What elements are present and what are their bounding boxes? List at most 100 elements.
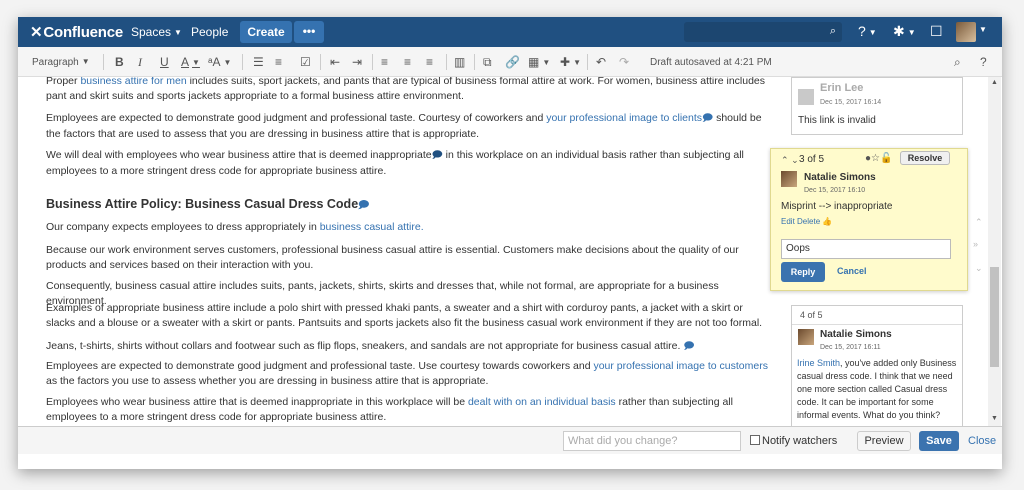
outdent-icon[interactable]: ⇤: [330, 55, 340, 69]
font-size-button[interactable]: ᵃA ▼: [208, 55, 231, 69]
bullet-list-icon[interactable]: ☰: [253, 55, 264, 69]
comment-marker-icon[interactable]: 🗩: [683, 341, 694, 352]
notify-watchers-checkbox[interactable]: Notify watchers: [750, 435, 837, 447]
help-icon[interactable]: ? ▼: [858, 23, 877, 39]
paragraph: Our company expects employees to dress a…: [46, 221, 424, 233]
scrollbar[interactable]: ▲ ▼: [988, 77, 1001, 426]
edit-link[interactable]: Edit: [781, 217, 795, 226]
comment-text: Irine Smith, you've added only Business …: [797, 358, 957, 420]
spaces-menu[interactable]: Spaces ▼: [131, 25, 182, 39]
reply-input[interactable]: Oops: [781, 239, 951, 259]
comment-author[interactable]: Erin Lee: [820, 82, 863, 94]
numbered-list-icon[interactable]: ≡: [275, 55, 282, 69]
save-button[interactable]: Save: [919, 431, 959, 451]
comment-date: Dec 15, 2017 16:11: [820, 344, 881, 351]
star-icon[interactable]: ☆: [871, 153, 880, 164]
editor-content[interactable]: Proper business attire for men includes …: [18, 77, 778, 426]
content-link[interactable]: your professional image to customers: [593, 360, 768, 372]
chevron-right-icon[interactable]: »: [973, 239, 978, 249]
task-list-icon[interactable]: ☑: [300, 55, 311, 69]
chevron-down-icon[interactable]: ⌄: [975, 263, 983, 274]
toolbar-divider: [446, 54, 447, 70]
toolbar-divider: [242, 54, 243, 70]
inline-comment: 4 of 5 Natalie Simons Dec 15, 2017 16:11…: [791, 305, 963, 435]
bold-button[interactable]: B: [115, 55, 124, 69]
paragraph: Because our work environment serves cust…: [46, 244, 739, 271]
chevron-down-icon[interactable]: ▼: [979, 25, 987, 34]
editor-footer: What did you change? Notify watchers Pre…: [18, 426, 1002, 454]
toolbar-divider: [372, 54, 373, 70]
comment-marker-icon[interactable]: 🗩: [702, 113, 713, 124]
undo-icon[interactable]: ↶: [596, 55, 606, 69]
toolbar-divider: [103, 54, 104, 70]
top-navigation-bar: ✕Confluence Spaces ▼ People Create ••• ⌕ …: [18, 17, 1002, 47]
comment-counter: 4 of 5: [800, 310, 823, 320]
change-comment-input[interactable]: What did you change?: [563, 431, 741, 451]
gear-icon[interactable]: ✱ ▼: [893, 23, 916, 40]
avatar: [798, 89, 814, 105]
align-center-icon[interactable]: ≡: [404, 55, 411, 69]
people-link[interactable]: People: [191, 25, 228, 39]
editor-toolbar: Paragraph ▼ B I U A ▼ ᵃA ▼ ☰ ≡ ☑ ⇤ ⇥ ≡ ≡ ≡ …: [18, 47, 1002, 77]
help-icon[interactable]: ?: [980, 55, 987, 69]
redo-icon[interactable]: ↷: [619, 55, 629, 69]
like-icon[interactable]: 👍: [822, 217, 832, 226]
comment-author[interactable]: Natalie Simons: [804, 172, 876, 183]
confluence-editor-window: ✕Confluence Spaces ▼ People Create ••• ⌕ …: [18, 17, 1002, 469]
active-inline-comment: ⌃ ⌄ 3 of 5 ●☆🔓 Resolve Natalie Simons De…: [770, 148, 968, 291]
autosave-status: Draft autosaved at 4:21 PM: [650, 57, 772, 68]
delete-link[interactable]: Delete: [797, 217, 820, 226]
italic-button[interactable]: I: [138, 55, 142, 70]
align-left-icon[interactable]: ≡: [381, 55, 388, 69]
scroll-up-icon[interactable]: ▲: [991, 79, 998, 86]
content-link[interactable]: dealt with on an individual basis: [468, 396, 616, 408]
paragraph: Jeans, t-shirts, shirts without collars …: [46, 340, 695, 352]
bell-icon[interactable]: ☐: [930, 23, 943, 40]
comment-navigation[interactable]: ⌃ ⌄: [781, 155, 799, 166]
search-input[interactable]: ⌕: [684, 22, 842, 42]
toolbar-divider: [587, 54, 588, 70]
toolbar-divider: [474, 54, 475, 70]
chevron-down-icon: ▼: [174, 28, 182, 37]
comment-marker-icon[interactable]: 🗩: [358, 200, 369, 211]
comment-actions-icons: ●☆🔓: [865, 153, 892, 164]
cancel-button[interactable]: Cancel: [837, 266, 867, 276]
confluence-logo[interactable]: ✕Confluence: [30, 23, 123, 41]
content-link[interactable]: business attire for men: [80, 77, 186, 87]
paragraph: We will deal with employees who wear bus…: [46, 149, 744, 177]
table-icon[interactable]: ▦ ▼: [528, 55, 550, 69]
indent-icon[interactable]: ⇥: [352, 55, 362, 69]
paragraph: Employees who wear business attire that …: [46, 396, 733, 423]
create-button[interactable]: Create: [240, 21, 292, 43]
scroll-down-icon[interactable]: ▼: [991, 415, 998, 422]
chevron-down-icon[interactable]: ⌄: [791, 155, 799, 165]
content-link[interactable]: business casual attire.: [320, 221, 424, 233]
avatar: [781, 171, 797, 187]
scrollbar-thumb[interactable]: [990, 267, 999, 367]
text-color-button[interactable]: A ▼: [181, 55, 200, 69]
close-link[interactable]: Close: [968, 435, 996, 447]
user-avatar[interactable]: [956, 22, 976, 42]
resolve-button[interactable]: Resolve: [900, 151, 950, 165]
link-icon[interactable]: 🔗: [505, 55, 520, 69]
checkbox[interactable]: [750, 435, 760, 445]
chevron-up-icon[interactable]: ⌃: [975, 217, 983, 228]
content-link[interactable]: your professional image to clients: [546, 112, 702, 124]
comment-date: Dec 15, 2017 16:14: [820, 99, 882, 106]
page-layout-icon[interactable]: ▥: [454, 55, 465, 69]
comment-marker-icon[interactable]: 🗩: [432, 150, 443, 161]
find-icon[interactable]: ⌕: [954, 55, 961, 70]
preview-button[interactable]: Preview: [857, 431, 911, 451]
chevron-up-icon[interactable]: ⌃: [781, 155, 789, 165]
paragraph: Employees are expected to demonstrate go…: [46, 360, 768, 387]
paragraph-style-dropdown[interactable]: Paragraph ▼: [32, 57, 90, 68]
insert-more-icon[interactable]: ✚ ▼: [560, 55, 581, 69]
lock-icon[interactable]: 🔓: [880, 153, 892, 164]
comment-author[interactable]: Natalie Simons: [820, 329, 892, 340]
insert-image-icon[interactable]: ⧉: [483, 55, 492, 70]
reply-button[interactable]: Reply: [781, 262, 825, 282]
underline-button[interactable]: U: [160, 55, 169, 69]
align-right-icon[interactable]: ≡: [426, 55, 433, 69]
more-button[interactable]: •••: [294, 21, 324, 43]
user-mention[interactable]: Irine Smith: [797, 358, 840, 368]
